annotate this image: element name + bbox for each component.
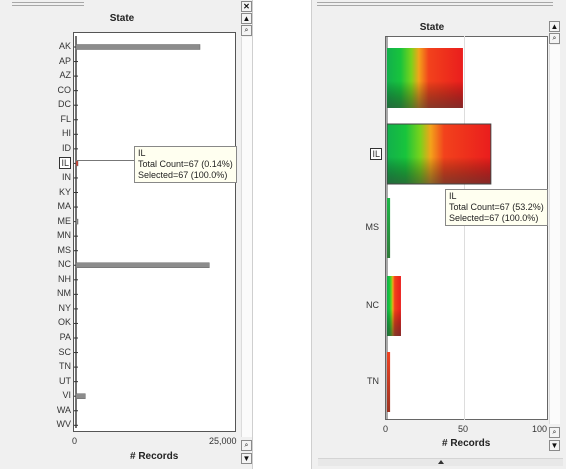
category-label-me[interactable]: ME — [11, 216, 72, 226]
category-label-ak[interactable]: AK — [11, 41, 71, 51]
category-label-az[interactable]: AZ — [11, 70, 71, 80]
tooltip-line: IL — [449, 191, 457, 201]
bar-shade-NC — [387, 276, 401, 336]
category-label-id[interactable]: ID — [11, 143, 71, 153]
category-label-tn[interactable]: TN — [11, 361, 71, 371]
zoom-icon[interactable]: ⌕ — [241, 25, 252, 36]
tooltip-line: Total Count=67 (53.2%) — [449, 202, 544, 212]
left-chart-panel: State ✕ ▲ ⌕ ⌕ ▼ AK AP AZ CO DC FL HI ID IL IN KY MA… — [0, 0, 253, 469]
x-tick-50: 50 — [458, 424, 469, 434]
category-label-nm[interactable]: NM — [11, 288, 71, 298]
drag-grip[interactable] — [12, 2, 84, 8]
vertical-scrollbar[interactable] — [549, 45, 560, 424]
category-label-tn[interactable]: TN — [319, 376, 379, 386]
category-label-il[interactable]: IL — [59, 157, 71, 170]
category-label-ms[interactable]: MS — [11, 245, 72, 255]
category-label-ky[interactable]: KY — [11, 187, 71, 197]
close-icon[interactable]: ✕ — [241, 1, 252, 12]
zoom-icon[interactable]: ⌕ — [549, 33, 560, 44]
bar-NC — [75, 262, 210, 268]
right-bars-svg — [386, 36, 492, 420]
category-label-mn[interactable]: MN — [11, 230, 71, 240]
category-label-wv[interactable]: WV — [11, 419, 72, 429]
tooltip-line: Selected=67 (100.0%) — [449, 213, 539, 223]
tooltip-line: IL — [138, 148, 146, 158]
x-tick-25000: 25,000 — [209, 436, 237, 446]
left-bars-svg — [74, 36, 210, 428]
category-label-fl[interactable]: FL — [11, 114, 71, 124]
x-tick-0: 0 — [72, 436, 78, 446]
vertical-scrollbar[interactable] — [241, 37, 252, 437]
category-label-ma[interactable]: MA — [11, 201, 72, 211]
bar-MS — [387, 198, 391, 258]
zoom-out-icon[interactable]: ⌕ — [549, 427, 560, 438]
x-axis-title: # Records — [130, 451, 179, 462]
scroll-up-icon[interactable]: ▲ — [241, 13, 252, 24]
chart-title: State — [109, 13, 135, 24]
scroll-up-icon[interactable]: ▲ — [549, 21, 560, 32]
tooltip: IL Total Count=67 (53.2%) Selected=67 (1… — [445, 189, 548, 226]
category-label-dc[interactable]: DC — [11, 99, 71, 109]
tooltip-leader-line — [75, 160, 134, 161]
scroll-down-icon[interactable]: ▼ — [241, 453, 252, 464]
category-label-ny[interactable]: NY — [11, 303, 71, 313]
chart-title: State — [419, 22, 445, 33]
drag-grip[interactable] — [317, 2, 553, 8]
category-label-ap[interactable]: AP — [11, 56, 71, 66]
tooltip: IL Total Count=67 (0.14%) Selected=67 (1… — [134, 146, 237, 183]
tooltip-line: Total Count=67 (0.14%) — [138, 159, 233, 169]
category-label-sc[interactable]: SC — [11, 347, 71, 357]
category-label-ut[interactable]: UT — [11, 376, 71, 386]
category-label-ms[interactable]: MS — [319, 222, 380, 232]
bar-shade-top — [387, 48, 463, 108]
x-tick-0: 0 — [383, 424, 389, 434]
category-label-nh[interactable]: NH — [11, 274, 71, 284]
category-label-wa[interactable]: WA — [11, 405, 71, 415]
bar-AK — [75, 44, 201, 50]
right-chart-panel: State ▲ ⌕ ⌕ ▼ IL MS NC TN 0 50 100 # Record… — [311, 0, 566, 469]
bar-ME — [75, 218, 79, 225]
category-label-ok[interactable]: OK — [11, 317, 71, 327]
bar-TN — [387, 352, 391, 412]
category-label-nc[interactable]: NC — [11, 259, 71, 269]
category-label-co[interactable]: CO — [11, 85, 72, 95]
scroll-down-icon[interactable]: ▼ — [549, 440, 560, 451]
category-label-vi[interactable]: VI — [11, 390, 71, 400]
zoom-out-icon[interactable]: ⌕ — [241, 440, 252, 451]
tooltip-line: Selected=67 (100.0%) — [138, 170, 228, 180]
category-label-in[interactable]: IN — [11, 172, 71, 182]
x-tick-100: 100 — [532, 424, 548, 434]
plot-area[interactable] — [73, 32, 236, 432]
horizontal-collapse-bar[interactable] — [318, 458, 563, 466]
category-label-il[interactable]: IL — [370, 148, 382, 160]
bar-IL — [75, 160, 79, 167]
bar-shade-IL — [387, 124, 491, 184]
plot-area[interactable] — [385, 36, 548, 420]
bar-VI — [75, 393, 86, 399]
category-label-nc[interactable]: NC — [319, 300, 379, 310]
category-label-hi[interactable]: HI — [11, 128, 71, 138]
category-label-pa[interactable]: PA — [11, 332, 71, 342]
x-axis-title: # Records — [442, 438, 491, 449]
